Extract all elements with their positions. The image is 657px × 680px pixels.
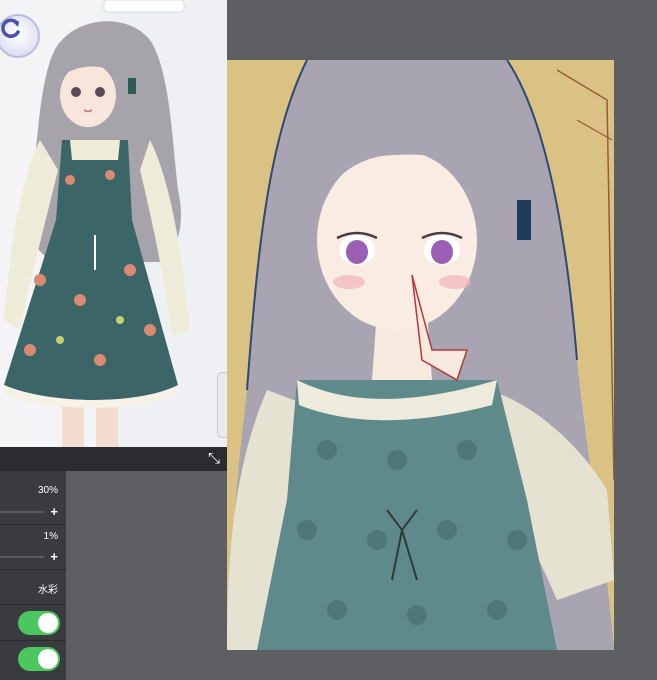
opacity-increase-button[interactable]: + — [50, 505, 58, 518]
second-setting-row: 1% + — [0, 525, 66, 570]
toggle-knob — [38, 613, 58, 633]
toggle-row-2 — [0, 641, 66, 680]
reference-panel-resize-bar[interactable]: ⤡ — [0, 447, 227, 471]
drawing-canvas[interactable] — [227, 60, 614, 650]
opacity-setting-row: 30% + — [0, 471, 66, 525]
toggle-switch-1[interactable] — [18, 611, 60, 635]
reference-character-illustration — [0, 0, 227, 447]
second-setting-slider[interactable] — [0, 556, 44, 558]
opacity-slider[interactable] — [0, 511, 44, 513]
resize-diagonal-icon[interactable]: ⤡ — [205, 450, 223, 468]
toggle-switch-2[interactable] — [18, 647, 60, 671]
opacity-value: 30% — [37, 485, 58, 496]
app-workspace: ⤡ 30% + 1% + 水彩 — [0, 0, 657, 680]
canvas-illustration — [227, 60, 614, 650]
toggle-knob — [38, 649, 58, 669]
brush-settings-panel: 30% + 1% + 水彩 — [0, 471, 66, 680]
brush-type-label: 水彩 — [38, 585, 58, 596]
refresh-icon — [1, 18, 20, 38]
toggle-row-1 — [0, 605, 66, 641]
second-setting-value: 1% — [43, 531, 58, 542]
second-setting-increase-button[interactable]: + — [50, 550, 58, 563]
brush-type-row[interactable]: 水彩 — [0, 570, 66, 605]
reference-image-panel[interactable] — [0, 0, 227, 447]
